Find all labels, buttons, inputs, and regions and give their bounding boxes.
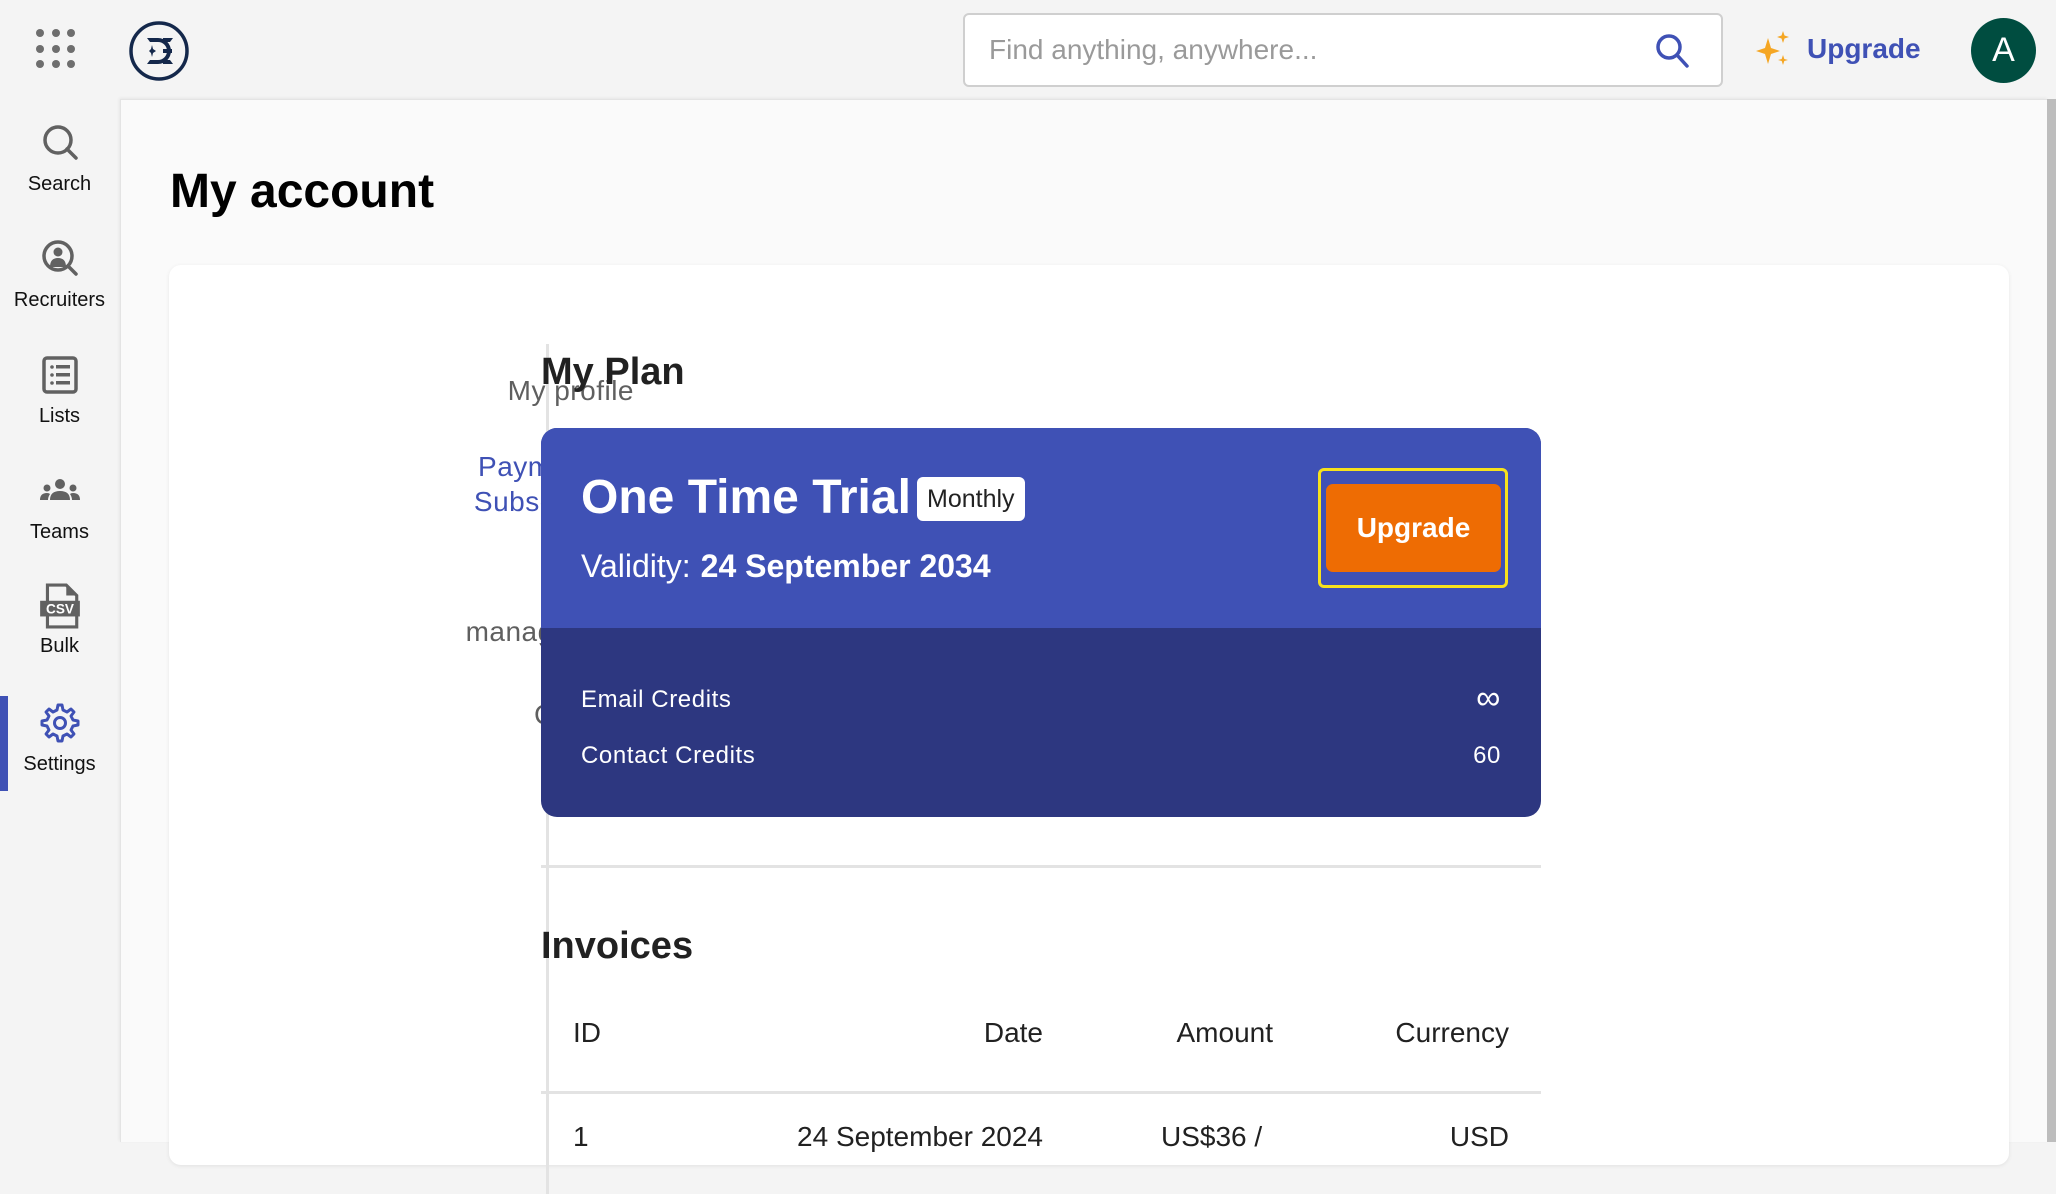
search-icon[interactable] bbox=[1653, 31, 1693, 71]
credit-label: Email Credits bbox=[581, 686, 732, 713]
account-card: My profile Payments & Subscription Tag m… bbox=[169, 265, 2009, 1194]
csv-file-icon: CSV bbox=[39, 583, 80, 629]
global-search bbox=[963, 13, 1723, 87]
credit-row-email: Email Credits ∞ bbox=[581, 679, 1501, 717]
page-title: My account bbox=[170, 165, 435, 218]
sidebar-item-label: Search bbox=[27, 173, 92, 195]
billing-period-badge: Monthly bbox=[917, 477, 1025, 521]
section-divider bbox=[541, 865, 1541, 868]
sidebar-item-label: Recruiters bbox=[13, 289, 106, 311]
credit-row-contact: Contact Credits 60 bbox=[581, 742, 1501, 770]
sidebar: Search Recruiters Lists Teams CSV Bulk S… bbox=[0, 99, 119, 1142]
sidebar-item-settings[interactable]: Settings bbox=[0, 679, 119, 789]
page-scrollbar[interactable] bbox=[2047, 99, 2056, 1142]
gear-icon bbox=[40, 703, 79, 743]
invoice-amount: US$36 / bbox=[1161, 1121, 1263, 1152]
sidebar-item-bulk[interactable]: CSV Bulk bbox=[0, 563, 119, 673]
sidebar-item-recruiters[interactable]: Recruiters bbox=[0, 215, 119, 325]
invoice-currency: USD bbox=[1449, 1121, 1509, 1152]
header-upgrade-link[interactable]: Upgrade bbox=[1755, 26, 1921, 72]
column-header-currency[interactable]: Currency bbox=[1395, 1017, 1509, 1049]
recruiter-icon bbox=[41, 240, 78, 276]
credit-value: ∞ bbox=[1476, 679, 1501, 717]
sidebar-item-search[interactable]: Search bbox=[0, 99, 119, 209]
validity-label: Validity: bbox=[581, 548, 691, 584]
table-row[interactable]: 1 24 September 2024 US$36 / USD bbox=[541, 1121, 1541, 1161]
apps-grid-icon[interactable] bbox=[36, 29, 76, 69]
teams-icon bbox=[39, 479, 80, 500]
validity-value: 24 September 2034 bbox=[700, 548, 991, 584]
invoice-id: 1 bbox=[573, 1121, 589, 1152]
list-icon bbox=[41, 356, 78, 394]
credit-value: 60 bbox=[1473, 742, 1501, 769]
search-icon bbox=[42, 125, 78, 160]
my-plan-heading: My Plan bbox=[541, 351, 685, 393]
main-panel: My account My profile Payments & Subscri… bbox=[120, 99, 2048, 1194]
sparkle-icon bbox=[1756, 31, 1789, 65]
sidebar-item-teams[interactable]: Teams bbox=[0, 447, 119, 557]
column-header-amount[interactable]: Amount bbox=[1177, 1017, 1274, 1049]
global-search-input[interactable] bbox=[989, 15, 1629, 85]
plan-card: One Time Trial Monthly Validity: 24 Septe… bbox=[541, 428, 1541, 817]
svg-text:CSV: CSV bbox=[46, 601, 74, 616]
sidebar-item-label: Settings bbox=[23, 753, 96, 775]
plan-upgrade-button[interactable]: Upgrade bbox=[1326, 484, 1501, 572]
sidebar-item-label: Bulk bbox=[40, 635, 79, 657]
plan-validity: Validity: 24 September 2034 bbox=[581, 548, 991, 585]
sidebar-item-label: Teams bbox=[30, 521, 89, 543]
plan-name: One Time Trial bbox=[581, 471, 911, 524]
table-header-divider bbox=[541, 1091, 1541, 1094]
header-upgrade-label: Upgrade bbox=[1807, 33, 1921, 64]
sidebar-item-label: Lists bbox=[38, 405, 81, 427]
company-logo[interactable] bbox=[128, 20, 190, 82]
column-header-date[interactable]: Date bbox=[984, 1017, 1043, 1049]
sidebar-item-lists[interactable]: Lists bbox=[0, 331, 119, 441]
top-bar: Upgrade A bbox=[0, 0, 2056, 99]
plan-summary: One Time Trial Monthly Validity: 24 Septe… bbox=[541, 428, 1541, 628]
user-avatar[interactable]: A bbox=[1971, 18, 2036, 83]
invoices-table-header: ID Date Amount Currency bbox=[541, 1017, 1541, 1089]
invoice-date: 24 September 2024 bbox=[797, 1121, 1043, 1152]
column-header-id[interactable]: ID bbox=[573, 1017, 601, 1049]
credit-label: Contact Credits bbox=[581, 742, 756, 769]
invoices-heading: Invoices bbox=[541, 925, 694, 967]
